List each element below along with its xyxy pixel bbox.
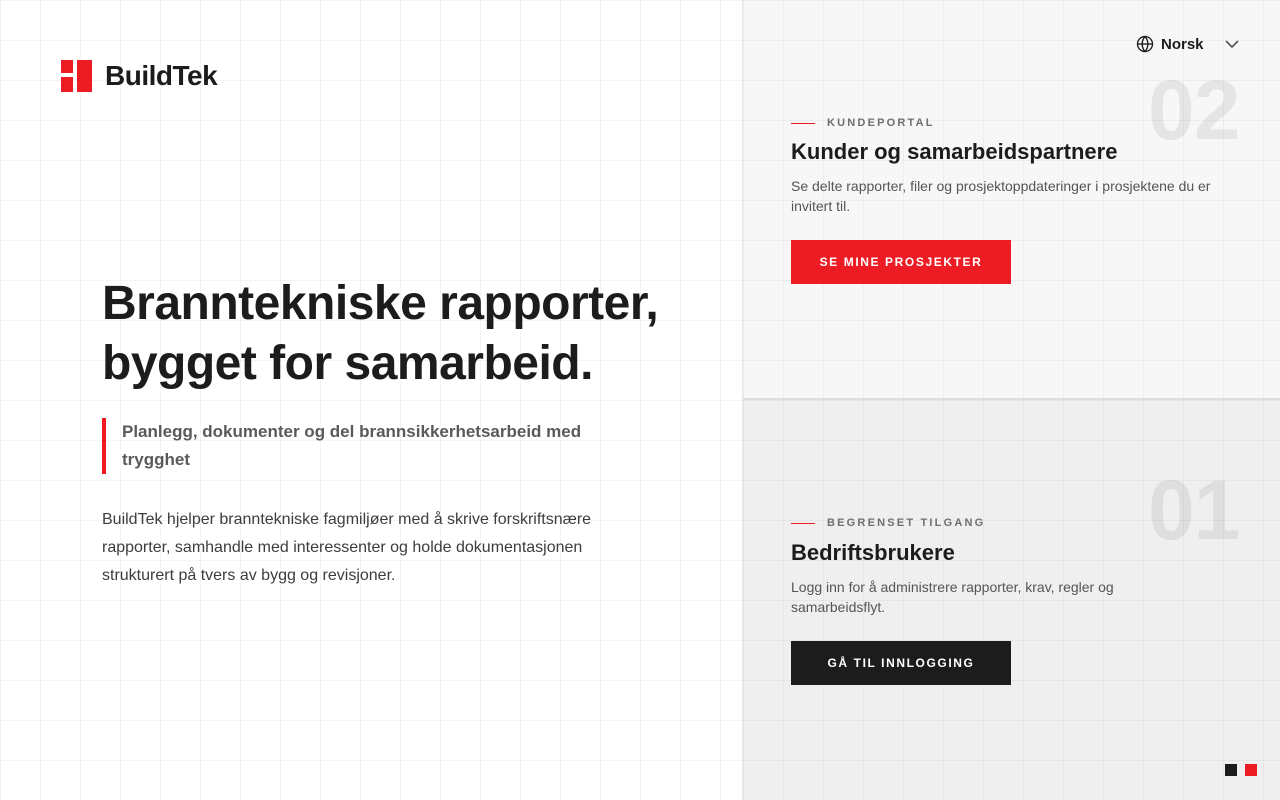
- eyebrow-label: KUNDEPORTAL: [827, 117, 935, 129]
- language-label: Norsk: [1161, 35, 1204, 53]
- panel-eyebrow: BEGRENSET TILGANG: [791, 517, 985, 529]
- hero-description: BuildTek hjelper branntekniske fagmiljøe…: [102, 511, 592, 584]
- buildtek-logo-icon: [61, 60, 92, 92]
- hero-section: BuildTek Branntekniske rapporter, bygget…: [0, 0, 742, 800]
- panel-number: 02: [1148, 63, 1240, 157]
- customer-portal-panel: 02 Norsk KUNDEPORTAL Kunder og samarbeid…: [743, 0, 1280, 400]
- view-projects-button[interactable]: SE MINE PROSJEKTER: [791, 240, 1011, 284]
- portal-selector: 02 Norsk KUNDEPORTAL Kunder og samarbeid…: [742, 0, 1280, 800]
- brand-logo[interactable]: BuildTek: [61, 60, 218, 92]
- background-grid: [0, 0, 742, 800]
- hero-title-line-2: bygget for samarbeid.: [102, 337, 593, 390]
- business-users-panel: 01 BEGRENSET TILGANG Bedriftsbrukere Log…: [743, 400, 1280, 800]
- globe-icon: [1136, 35, 1154, 53]
- eyebrow-label: BEGRENSET TILGANG: [827, 517, 986, 529]
- decorative-square-dark: [1225, 764, 1237, 776]
- decorative-square-red: [1245, 764, 1257, 776]
- login-button[interactable]: GÅ TIL INNLOGGING: [791, 641, 1011, 685]
- panel-title: Kunder og samarbeidspartnere: [791, 139, 1118, 164]
- eyebrow-line: [791, 122, 815, 124]
- hero-quote: Planlegg, dokumenter og del brannsikkerh…: [102, 418, 622, 474]
- eyebrow-line: [791, 522, 815, 524]
- panel-description: Se delte rapporter, filer og prosjektopp…: [791, 178, 1211, 214]
- brand-name: BuildTek: [105, 60, 218, 91]
- panel-description: Logg inn for å administrere rapporter, k…: [791, 579, 1114, 615]
- language-selector[interactable]: Norsk: [1136, 30, 1246, 58]
- hero-title-line-1: Branntekniske rapporter,: [102, 277, 659, 330]
- hero-title: Branntekniske rapporter, bygget for sama…: [102, 274, 702, 394]
- chevron-down-icon: [1225, 40, 1239, 49]
- panel-number: 01: [1148, 463, 1240, 557]
- panel-eyebrow: KUNDEPORTAL: [791, 117, 935, 129]
- panel-title: Bedriftsbrukere: [791, 540, 955, 565]
